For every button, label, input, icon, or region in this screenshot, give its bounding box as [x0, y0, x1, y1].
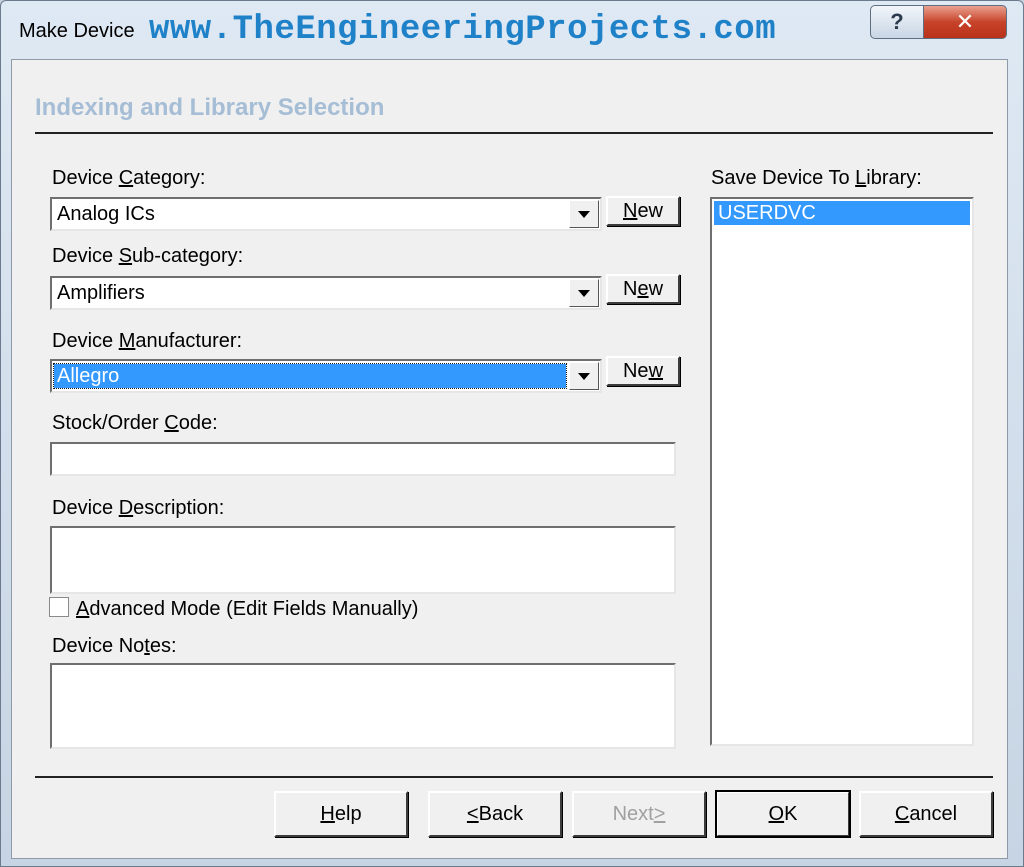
library-listbox[interactable]: USERDVC [710, 197, 974, 746]
device-category-dropdown-button[interactable] [569, 200, 599, 228]
next-button[interactable]: Next > [572, 791, 706, 837]
device-description-label: Device Description: [52, 497, 225, 519]
new-manufacturer-button[interactable]: Ne w [606, 356, 680, 386]
save-to-library-label: Save Device To Library: [711, 167, 922, 189]
device-subcategory-label: Device Sub-category: [52, 245, 244, 267]
device-subcategory-combo[interactable]: Amplifiers [50, 276, 602, 310]
question-mark-icon: ? [890, 9, 904, 34]
advanced-mode-checkbox[interactable] [49, 597, 69, 617]
advanced-mode-label[interactable]: Advanced Mode (Edit Fields Manually) [76, 598, 418, 621]
make-device-window: Make Device www.TheEngineeringProjects.c… [0, 0, 1024, 867]
device-category-label: Device Category: [52, 167, 206, 189]
close-icon: ✕ [955, 9, 975, 34]
title-bar[interactable]: Make Device www.TheEngineeringProjects.c… [1, 1, 1023, 59]
device-subcategory-value: Amplifiers [57, 282, 145, 304]
library-list-item[interactable]: USERDVC [714, 201, 970, 225]
device-subcategory-dropdown-button[interactable] [569, 279, 599, 307]
device-manufacturer-dropdown-button[interactable] [569, 362, 599, 390]
device-description-input[interactable] [50, 526, 676, 594]
window-title: Make Device [19, 20, 135, 42]
ok-button[interactable]: OK [715, 790, 851, 838]
stock-order-code-label: Stock/Order Code: [52, 412, 218, 434]
device-manufacturer-value: Allegro [53, 363, 567, 389]
new-category-button[interactable]: New [606, 196, 680, 226]
device-notes-label: Device Notes: [52, 635, 177, 657]
chevron-down-icon [578, 372, 590, 380]
device-category-value: Analog ICs [57, 203, 155, 225]
help-caption-button[interactable]: ? [870, 5, 924, 39]
device-category-combo[interactable]: Analog ICs [50, 197, 602, 231]
page-heading: Indexing and Library Selection [35, 94, 385, 121]
device-notes-input[interactable] [50, 663, 676, 749]
watermark-text: www.TheEngineeringProjects.com [149, 11, 777, 49]
chevron-down-icon [578, 210, 590, 218]
back-button[interactable]: < Back [428, 791, 562, 837]
heading-divider [35, 132, 993, 134]
help-button[interactable]: Help [274, 791, 408, 837]
footer-divider [35, 776, 993, 778]
chevron-down-icon [578, 289, 590, 297]
new-subcategory-button[interactable]: New [606, 274, 680, 304]
dialog-client-area: Indexing and Library Selection Device Ca… [11, 59, 1008, 859]
device-manufacturer-combo[interactable]: Allegro [50, 359, 602, 393]
close-caption-button[interactable]: ✕ [923, 5, 1007, 39]
cancel-button[interactable]: Cancel [859, 791, 993, 837]
device-manufacturer-label: Device Manufacturer: [52, 330, 243, 352]
stock-order-code-input[interactable] [50, 442, 676, 476]
